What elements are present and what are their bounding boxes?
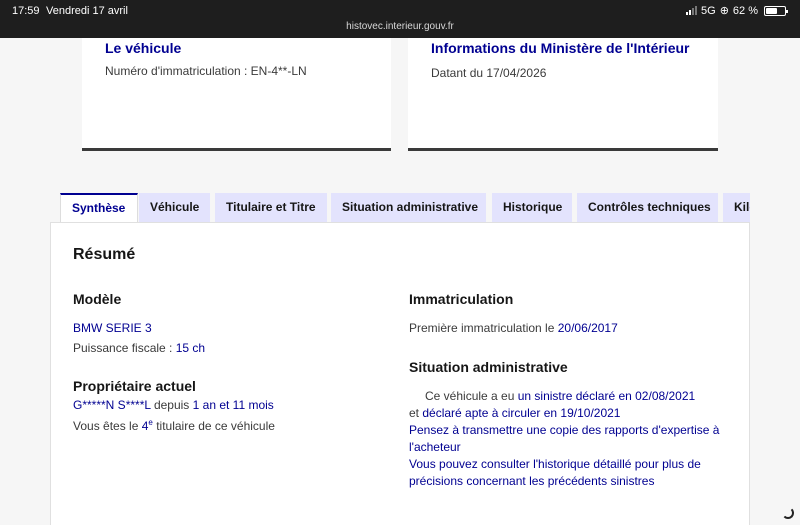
battery-percent: 62 %	[732, 4, 758, 17]
status-bar: 17:59 Vendredi 17 avril histovec.interie…	[0, 0, 800, 38]
fit-to-drive-prefix: et	[409, 406, 423, 420]
registration-heading: Immatriculation	[409, 291, 514, 307]
battery-level-fill	[766, 7, 778, 14]
model-name: BMW SERIE 3	[73, 321, 152, 335]
network-type: 5G	[701, 4, 716, 17]
owner-since-label: depuis	[150, 398, 193, 412]
fiscal-power-label: Puissance fiscale :	[73, 341, 176, 355]
status-date: Vendredi 17 avril	[46, 5, 128, 17]
first-registration: Première immatriculation le 20/06/2017	[409, 320, 618, 337]
vehicle-card: Le véhicule Numéro d'immatriculation : E…	[82, 38, 391, 151]
ministry-date-label: Datant du	[431, 66, 487, 80]
ministry-card-content: Informations du Ministère de l'Intérieur…	[431, 38, 702, 80]
admin-status-heading: Situation administrative	[409, 359, 568, 375]
claim-prefix: Ce véhicule a eu	[425, 389, 518, 403]
owner-heading: Propriétaire actuel	[73, 378, 196, 394]
tab-historique[interactable]: Historique	[492, 193, 572, 223]
ministry-card-title: Informations du Ministère de l'Intérieur	[431, 40, 690, 56]
summary-heading: Résumé	[73, 246, 136, 263]
claim-link[interactable]: un sinistre déclaré en 02/08/2021	[518, 389, 695, 403]
loading-spinner-icon	[782, 507, 794, 519]
owner-line: G*****N S****L depuis 1 an et 11 mois	[73, 397, 274, 414]
claim-line: Ce véhicule a eu un sinistre déclaré en …	[425, 388, 695, 405]
first-registration-date: 20/06/2017	[557, 321, 618, 335]
vehicle-card-title: Le véhicule	[105, 40, 182, 56]
status-time: 17:59	[12, 5, 40, 17]
fit-to-drive-line: et déclaré apte à circuler en 19/10/2021	[409, 405, 620, 422]
first-registration-label: Première immatriculation le	[409, 321, 558, 335]
plate-label: Numéro d'immatriculation :	[105, 64, 251, 78]
ministry-date-value: 17/04/2026	[486, 66, 547, 80]
ministry-card: Informations du Ministère de l'Intérieur…	[408, 38, 718, 151]
tab-synthese[interactable]: Synthèse	[60, 193, 138, 223]
owner-rank-value: 4e	[142, 418, 153, 433]
tab-titulaire-titre[interactable]: Titulaire et Titre	[215, 193, 327, 223]
vehicle-card-content: Le véhicule Numéro d'immatriculation : E…	[105, 38, 375, 78]
ministry-date: Datant du 17/04/2026	[431, 66, 702, 80]
model-heading: Modèle	[73, 291, 122, 307]
tab-controles-techniques[interactable]: Contrôles techniques	[577, 193, 718, 223]
tab-bar: Synthèse Véhicule Titulaire et Titre Sit…	[60, 193, 750, 223]
summary-panel: Résumé Modèle BMW SERIE 3 Puissance fisc…	[50, 222, 750, 525]
status-indicators: 5G ⊕ 62 %	[686, 4, 788, 17]
owner-rank: Vous êtes le 4e titulaire de ce véhicule	[73, 414, 275, 435]
tab-vehicule[interactable]: Véhicule	[139, 193, 210, 223]
expertise-reports-advice[interactable]: Pensez à transmettre une copie des rappo…	[409, 422, 739, 456]
fiscal-power-value: 15 ch	[175, 341, 206, 355]
plate-number: Numéro d'immatriculation : EN-4**-LN	[105, 64, 375, 78]
tab-kilometrage[interactable]: Kilo	[723, 193, 750, 223]
owner-rank-after: titulaire de ce véhicule	[152, 419, 275, 433]
plate-value: EN-4**-LN	[250, 64, 307, 78]
signal-icon	[686, 6, 698, 15]
owner-since-value: 1 an et 11 mois	[192, 398, 274, 412]
fiscal-power: Puissance fiscale : 15 ch	[73, 340, 205, 357]
fit-to-drive-link[interactable]: déclaré apte à circuler en 19/10/2021	[422, 406, 620, 420]
owner-rank-prefix: Vous êtes le	[73, 419, 142, 433]
battery-icon	[764, 5, 788, 16]
address-bar-url[interactable]: histovec.interieur.gouv.fr	[0, 21, 800, 32]
orientation-lock-icon: ⊕	[719, 5, 729, 17]
owner-name: G*****N S****L	[73, 398, 151, 412]
tab-situation-administrative[interactable]: Situation administrative	[331, 193, 486, 223]
detailed-history-advice[interactable]: Vous pouvez consulter l'historique détai…	[409, 456, 729, 490]
